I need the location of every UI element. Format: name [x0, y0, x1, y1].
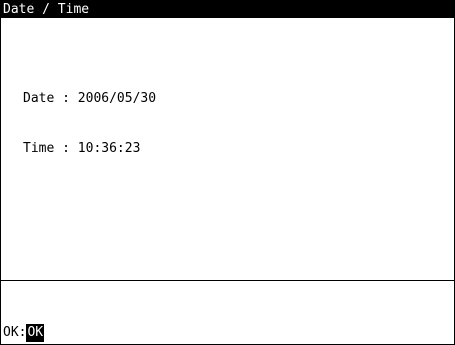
- softkey-bar: OK:OK: [3, 324, 45, 342]
- softkey-divider: [1, 280, 454, 281]
- time-row: Time : 10:36:23: [23, 139, 156, 159]
- date-time-panel: Date : 2006/05/30 Time : 10:36:23: [23, 59, 156, 189]
- device-screen: Date / Time Date : 2006/05/30 Time : 10:…: [0, 0, 455, 345]
- ok-button[interactable]: OK: [26, 324, 45, 342]
- date-separator: :: [62, 91, 70, 106]
- time-separator: :: [62, 141, 70, 156]
- time-label: Time: [23, 141, 55, 156]
- window-title: Date / Time: [1, 1, 454, 18]
- ok-softkey-prompt: OK:: [3, 325, 27, 340]
- time-value: 10:36:23: [77, 141, 141, 156]
- date-row: Date : 2006/05/30: [23, 89, 156, 109]
- date-value: 2006/05/30: [77, 91, 157, 106]
- date-label: Date: [23, 91, 55, 106]
